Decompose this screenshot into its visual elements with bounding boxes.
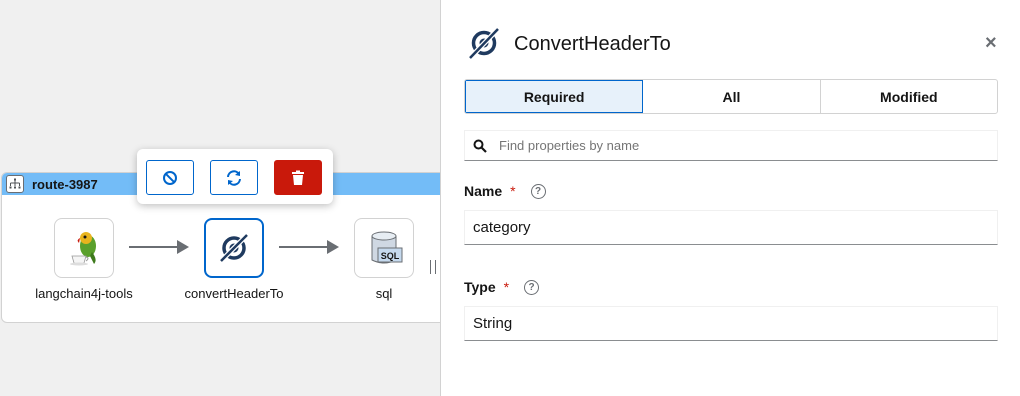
convert-header-icon xyxy=(219,233,249,263)
close-icon[interactable]: × xyxy=(985,32,997,55)
replace-icon xyxy=(227,169,241,186)
type-field[interactable]: String xyxy=(464,306,998,341)
replace-step-button[interactable] xyxy=(210,160,258,195)
tab-required[interactable]: Required xyxy=(465,80,644,113)
disable-step-button[interactable] xyxy=(146,160,194,195)
help-icon[interactable]: ? xyxy=(530,183,546,199)
tab-all[interactable]: All xyxy=(643,80,821,113)
delete-step-button[interactable] xyxy=(274,160,322,195)
help-icon[interactable]: ? xyxy=(524,279,540,295)
field-label-text: Name xyxy=(464,183,503,199)
type-field-label: Type * ? xyxy=(464,279,540,295)
panel-title: ConvertHeaderTo xyxy=(514,33,671,55)
panel-resize-handle[interactable] xyxy=(430,260,436,274)
svg-text:SQL: SQL xyxy=(381,251,400,261)
tab-modified[interactable]: Modified xyxy=(821,80,997,113)
edge-arrow xyxy=(279,240,339,254)
node-convert-header-to[interactable] xyxy=(204,218,264,278)
route-name: route-3987 xyxy=(32,176,98,192)
name-field[interactable]: category xyxy=(464,210,998,245)
required-marker: * xyxy=(503,279,510,295)
node-toolbar xyxy=(137,149,333,204)
required-marker: * xyxy=(510,183,516,199)
search-input[interactable] xyxy=(499,138,979,153)
search-box[interactable] xyxy=(464,130,998,161)
route-tree-icon xyxy=(6,175,24,193)
node-langchain4j-tools[interactable] xyxy=(54,218,114,278)
node-label: langchain4j-tools xyxy=(35,286,133,301)
tab-group: Required All Modified xyxy=(464,79,998,114)
sql-database-icon: SQL xyxy=(371,231,403,264)
node-label: sql xyxy=(375,286,393,301)
node-sql[interactable]: SQL xyxy=(354,218,414,278)
edge-arrow xyxy=(129,240,189,254)
trash-icon xyxy=(292,170,304,185)
field-label-text: Type xyxy=(464,279,496,295)
convert-header-icon xyxy=(468,27,500,60)
properties-panel: ConvertHeaderTo × Required All Modified … xyxy=(440,0,1020,396)
disable-icon xyxy=(163,170,177,185)
name-field-label: Name * ? xyxy=(464,183,546,199)
canvas[interactable]: route-3987 langchain4j-tools convertHead… xyxy=(0,0,461,396)
node-label: convertHeaderTo xyxy=(184,286,284,301)
parrot-teacup-icon xyxy=(70,232,96,266)
search-icon xyxy=(473,139,487,153)
